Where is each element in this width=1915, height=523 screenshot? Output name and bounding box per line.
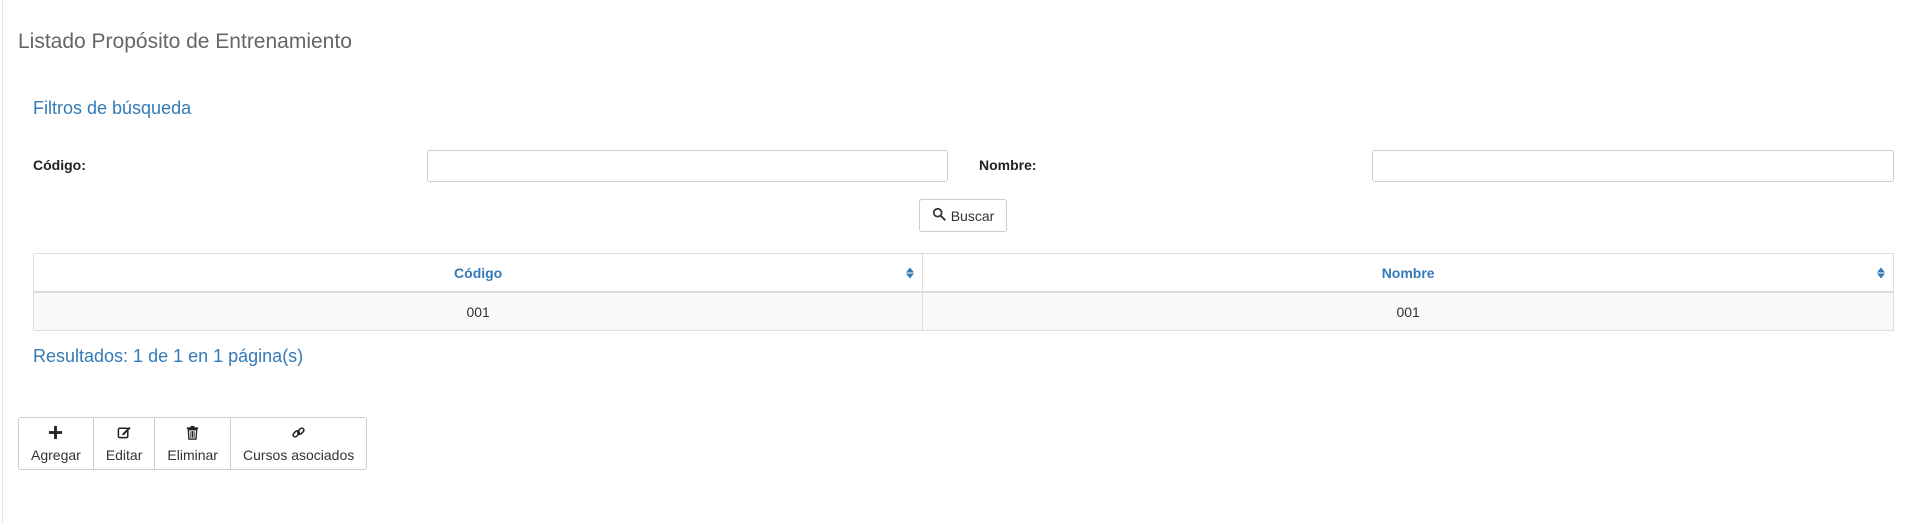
codigo-label: Código: <box>33 157 86 173</box>
sort-icon[interactable] <box>906 267 915 278</box>
column-header-codigo[interactable]: Código <box>32 253 924 293</box>
table-cell-nombre[interactable]: 001 <box>922 291 1894 331</box>
codigo-input[interactable] <box>427 150 948 182</box>
plus-icon <box>48 425 63 447</box>
nombre-input[interactable] <box>1372 150 1894 182</box>
results-table: Código Nombre 001 001 <box>32 253 1894 331</box>
edit-button[interactable]: Editar <box>94 418 156 469</box>
associated-courses-button-label: Cursos asociados <box>242 446 355 463</box>
left-border <box>2 0 3 523</box>
page-title: Listado Propósito de Entrenamiento <box>18 30 352 53</box>
column-header-label: Código <box>454 264 503 281</box>
edit-button-label: Editar <box>105 446 143 463</box>
search-button[interactable]: Buscar <box>919 199 1007 232</box>
trash-icon <box>185 425 200 447</box>
search-icon <box>932 207 946 224</box>
column-header-nombre[interactable]: Nombre <box>922 253 1894 293</box>
action-toolbar: Agregar Editar Eliminar Cursos asociados <box>18 417 368 470</box>
associated-courses-button[interactable]: Cursos asociados <box>231 418 366 469</box>
results-summary: Resultados: 1 de 1 en 1 página(s) <box>33 346 304 366</box>
link-icon <box>291 425 306 447</box>
table-row[interactable]: 001 001 <box>32 291 1894 331</box>
delete-button[interactable]: Eliminar <box>155 418 231 469</box>
table-cell-codigo[interactable]: 001 <box>32 291 924 331</box>
filters-title: Filtros de búsqueda <box>33 98 192 118</box>
column-header-label: Nombre <box>1381 264 1435 281</box>
add-button-label: Agregar <box>31 446 81 463</box>
add-button[interactable]: Agregar <box>19 418 94 469</box>
edit-icon <box>117 425 132 447</box>
table-header-row: Código Nombre <box>32 253 1894 293</box>
nombre-label: Nombre: <box>979 157 1037 173</box>
delete-button-label: Eliminar <box>167 446 218 463</box>
search-button-label: Buscar <box>950 207 995 224</box>
sort-icon[interactable] <box>1877 267 1885 278</box>
